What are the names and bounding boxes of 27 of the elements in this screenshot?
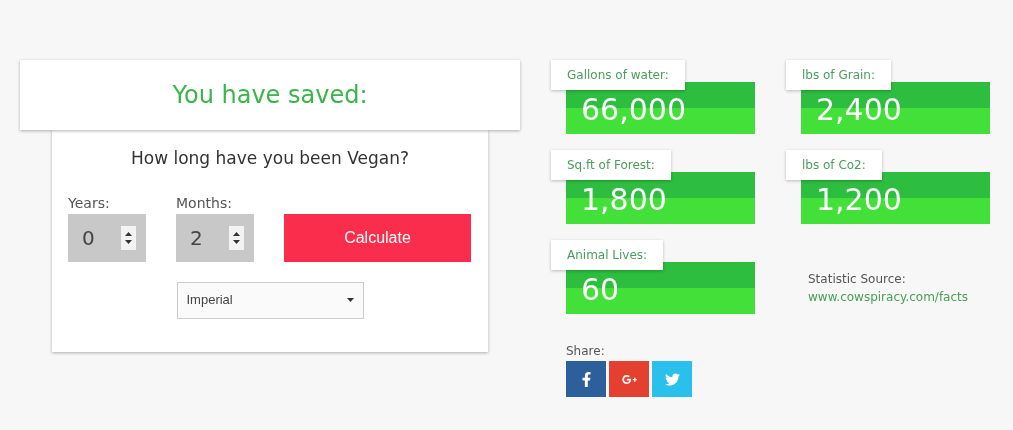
header-title: You have saved: [172, 80, 368, 111]
question-text: How long have you been Vegan? [131, 147, 409, 170]
stat-value: 60 [581, 271, 620, 309]
stat-value: 1,200 [816, 181, 902, 219]
number-field[interactable]: 0 [68, 213, 146, 262]
stat-label: lbs of Co2: [786, 150, 882, 180]
number-field[interactable]: 2 [176, 213, 254, 262]
bird-icon [664, 371, 680, 387]
share-button[interactable] [566, 361, 606, 397]
stat-value: 2,400 [816, 91, 902, 129]
stat-label: Gallons of water: [551, 60, 685, 90]
stat-label: Animal Lives: [551, 240, 664, 270]
stat-value: 66,000 [581, 91, 686, 129]
spinner-icon[interactable] [121, 225, 136, 250]
share-label: Share: [566, 343, 606, 360]
spinner-icon[interactable] [229, 225, 244, 250]
source-link[interactable]: www.cowspiracy.com/facts [808, 288, 1013, 306]
share-button[interactable] [609, 361, 649, 397]
calculate-button[interactable]: Calculate [284, 213, 471, 262]
stat-value: 1,800 [581, 181, 667, 219]
field-label: Months: [176, 193, 233, 212]
caret-icon [346, 298, 354, 302]
source-label: Statistic Source: [808, 271, 907, 288]
field-label: Years: [68, 193, 111, 212]
units-dropdown[interactable]: Imperial [176, 281, 364, 319]
stat-label: lbs of Grain: [786, 60, 891, 90]
stat-label: Sq.ft of Forest: [551, 150, 671, 180]
